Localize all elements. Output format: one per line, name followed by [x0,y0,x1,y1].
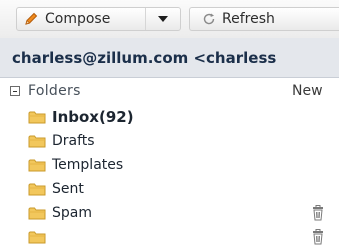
folder-icon [28,231,46,244]
folder-item-drafts[interactable]: Drafts [28,129,95,153]
folder-icon [28,183,46,196]
toolbar: Compose Refresh [0,0,339,39]
folders-header: Folders New [0,78,339,106]
pencil-icon [25,12,38,25]
compose-dropdown-button[interactable] [146,8,180,30]
folder-item-sent[interactable]: Sent [28,177,84,201]
folder-label: Drafts [52,133,95,149]
folder-icon [28,135,46,148]
refresh-label: Refresh [222,11,275,27]
folder-item-templates[interactable]: Templates [28,153,123,177]
folder-icon [28,207,46,220]
folder-icon [28,111,46,124]
refresh-icon [203,13,215,25]
caret-down-icon [158,16,168,22]
folders-label: Folders [28,83,81,99]
folder-item-spam[interactable]: Spam [28,201,92,225]
new-folder-link[interactable]: New [292,83,323,99]
refresh-button[interactable]: Refresh [189,7,339,31]
folder-label: Sent [52,181,84,197]
folder-tree: Folders New Inbox(92) Drafts Templates S… [0,78,339,250]
folder-label: Templates [52,157,124,173]
compose-label: Compose [45,11,111,27]
folder-item-trash[interactable] [28,225,52,249]
empty-trash-icon[interactable] [311,229,325,245]
collapse-toggle-icon[interactable] [10,86,20,96]
folder-icon [28,159,46,172]
empty-trash-icon[interactable] [311,205,325,221]
account-label: charless@zillum.com <charless [12,48,277,67]
folder-label: Inbox(92) [52,108,134,126]
mail-sidebar-panel: Compose Refresh charless@zillum.com <cha… [0,0,339,250]
account-header[interactable]: charless@zillum.com <charless [0,38,339,78]
compose-button[interactable]: Compose [16,7,181,31]
folder-item-inbox[interactable]: Inbox(92) [28,105,134,129]
folder-label: Spam [52,205,92,221]
